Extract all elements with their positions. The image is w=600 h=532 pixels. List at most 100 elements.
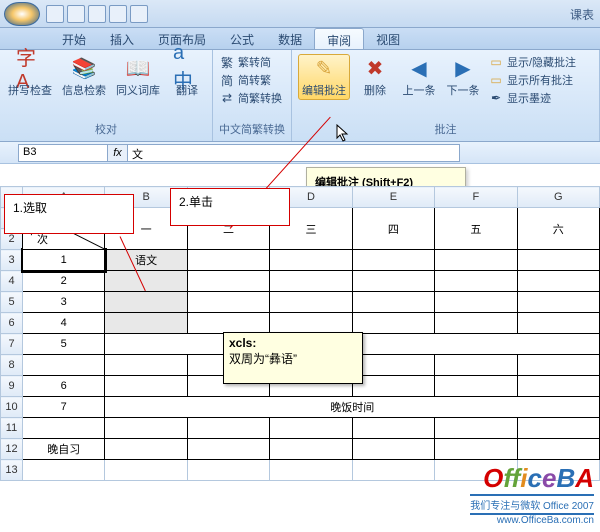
cell[interactable] (187, 292, 269, 313)
cell[interactable] (105, 376, 187, 397)
cell[interactable] (270, 313, 352, 334)
row-header[interactable]: 12 (1, 439, 23, 460)
cell[interactable]: 4 (23, 313, 105, 334)
cell[interactable] (435, 376, 517, 397)
cell[interactable]: 五 (435, 208, 517, 250)
cell[interactable] (105, 460, 187, 481)
cell[interactable] (270, 418, 352, 439)
cell[interactable]: 晚饭时间 (105, 397, 600, 418)
trad-to-simp-button[interactable]: 繁繁转简 (219, 54, 282, 70)
cell[interactable] (270, 250, 352, 271)
cell[interactable] (270, 460, 352, 481)
qat-redo-icon[interactable] (88, 5, 106, 23)
tab-home[interactable]: 开始 (50, 28, 98, 49)
edit-comment-button[interactable]: ✎编辑批注 (298, 54, 350, 100)
cell[interactable]: 2 (23, 271, 105, 292)
cell[interactable] (517, 313, 599, 334)
row-header[interactable]: 13 (1, 460, 23, 481)
cell[interactable] (187, 460, 269, 481)
cell[interactable] (270, 271, 352, 292)
tab-view[interactable]: 视图 (364, 28, 412, 49)
cell[interactable] (270, 439, 352, 460)
office-button[interactable] (4, 2, 40, 26)
translate-button[interactable]: a中翻译 (168, 54, 206, 100)
delete-comment-button[interactable]: ✖删除 (356, 54, 394, 100)
cell[interactable]: 7 (23, 397, 105, 418)
cell[interactable] (435, 313, 517, 334)
col-header-e[interactable]: E (352, 187, 434, 208)
spelling-button[interactable]: 字A拼写检查 (6, 54, 54, 100)
cell[interactable] (517, 376, 599, 397)
qat-print-icon[interactable] (109, 5, 127, 23)
simp-to-trad-button[interactable]: 简简转繁 (219, 72, 282, 88)
thesaurus-button[interactable]: 📖同义词库 (114, 54, 162, 100)
cell[interactable] (187, 418, 269, 439)
cell[interactable]: 6 (23, 376, 105, 397)
tab-data[interactable]: 数据 (266, 28, 314, 49)
show-all-comments-button[interactable]: ▭显示所有批注 (488, 72, 576, 88)
convert-both-button[interactable]: ⇄简繁转换 (219, 90, 282, 106)
row-header[interactable]: 8 (1, 355, 23, 376)
cell[interactable] (352, 292, 434, 313)
cell[interactable] (435, 292, 517, 313)
cell[interactable] (187, 250, 269, 271)
row-header[interactable]: 4 (1, 271, 23, 292)
cell[interactable] (187, 271, 269, 292)
cell[interactable] (23, 460, 105, 481)
tab-formula[interactable]: 公式 (218, 28, 266, 49)
qat-save-icon[interactable] (46, 5, 64, 23)
cell[interactable] (270, 292, 352, 313)
cell[interactable] (352, 250, 434, 271)
cell[interactable]: 六 (517, 208, 599, 250)
cell[interactable] (517, 250, 599, 271)
cell[interactable] (352, 376, 434, 397)
cell[interactable] (517, 292, 599, 313)
cell[interactable] (517, 418, 599, 439)
row-header[interactable]: 6 (1, 313, 23, 334)
row-header[interactable]: 3 (1, 250, 23, 271)
cell[interactable] (187, 313, 269, 334)
cell[interactable] (105, 292, 187, 313)
cell[interactable] (187, 439, 269, 460)
cell[interactable] (435, 355, 517, 376)
name-box[interactable]: B3 (18, 144, 108, 162)
row-header[interactable]: 11 (1, 418, 23, 439)
cell[interactable]: 晚自习 (23, 439, 105, 460)
cell[interactable] (352, 271, 434, 292)
cell[interactable]: 3 (23, 292, 105, 313)
col-header-f[interactable]: F (435, 187, 517, 208)
cell[interactable]: 语文 (105, 250, 187, 271)
row-header[interactable]: 7 (1, 334, 23, 355)
cell[interactable] (105, 355, 187, 376)
show-ink-button[interactable]: ✒显示墨迹 (488, 90, 576, 106)
research-button[interactable]: 📚信息检索 (60, 54, 108, 100)
tab-review[interactable]: 审阅 (314, 28, 364, 49)
row-header[interactable]: 10 (1, 397, 23, 418)
row-header[interactable]: 5 (1, 292, 23, 313)
cell[interactable] (435, 439, 517, 460)
cell-comment[interactable]: xcls: 双周为“彝语” (223, 332, 363, 384)
qat-dropdown-icon[interactable] (130, 5, 148, 23)
cell[interactable] (435, 418, 517, 439)
formula-bar[interactable]: 文 (128, 144, 460, 162)
cell[interactable] (435, 250, 517, 271)
cell[interactable] (352, 439, 434, 460)
col-header-g[interactable]: G (517, 187, 599, 208)
cell[interactable] (517, 439, 599, 460)
cell[interactable] (435, 271, 517, 292)
prev-comment-button[interactable]: ◀上一条 (400, 54, 438, 100)
fx-button[interactable]: fx (108, 144, 128, 162)
cell[interactable] (105, 439, 187, 460)
cell[interactable]: 四 (352, 208, 434, 250)
cell[interactable] (23, 418, 105, 439)
cell[interactable] (517, 355, 599, 376)
cell[interactable]: 5 (23, 334, 105, 355)
cell[interactable] (105, 418, 187, 439)
row-header[interactable]: 9 (1, 376, 23, 397)
cell[interactable] (105, 313, 187, 334)
tab-insert[interactable]: 插入 (98, 28, 146, 49)
next-comment-button[interactable]: ▶下一条 (444, 54, 482, 100)
cell[interactable] (517, 271, 599, 292)
cell[interactable] (352, 418, 434, 439)
show-hide-comment-button[interactable]: ▭显示/隐藏批注 (488, 54, 576, 70)
